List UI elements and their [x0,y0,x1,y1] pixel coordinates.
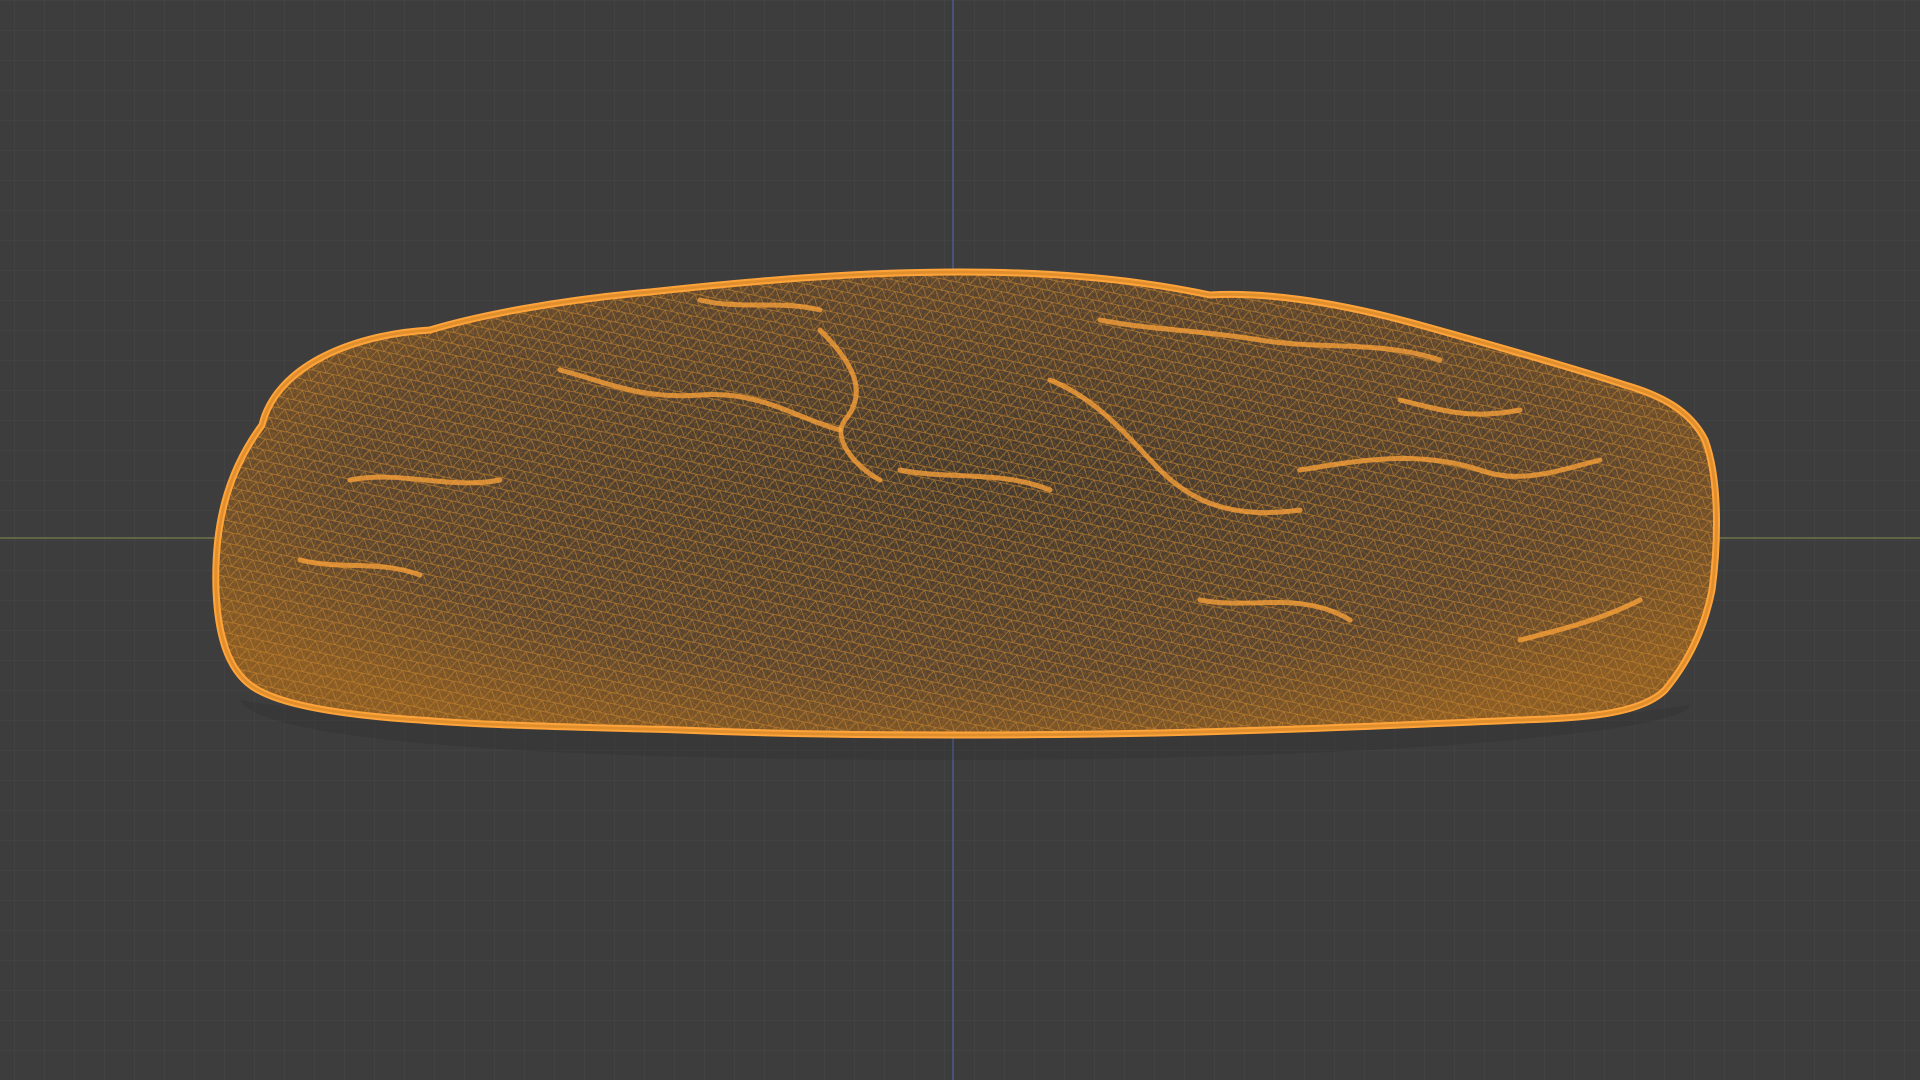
3d-viewport[interactable] [0,0,1920,1080]
viewport-canvas[interactable] [0,0,1920,1080]
